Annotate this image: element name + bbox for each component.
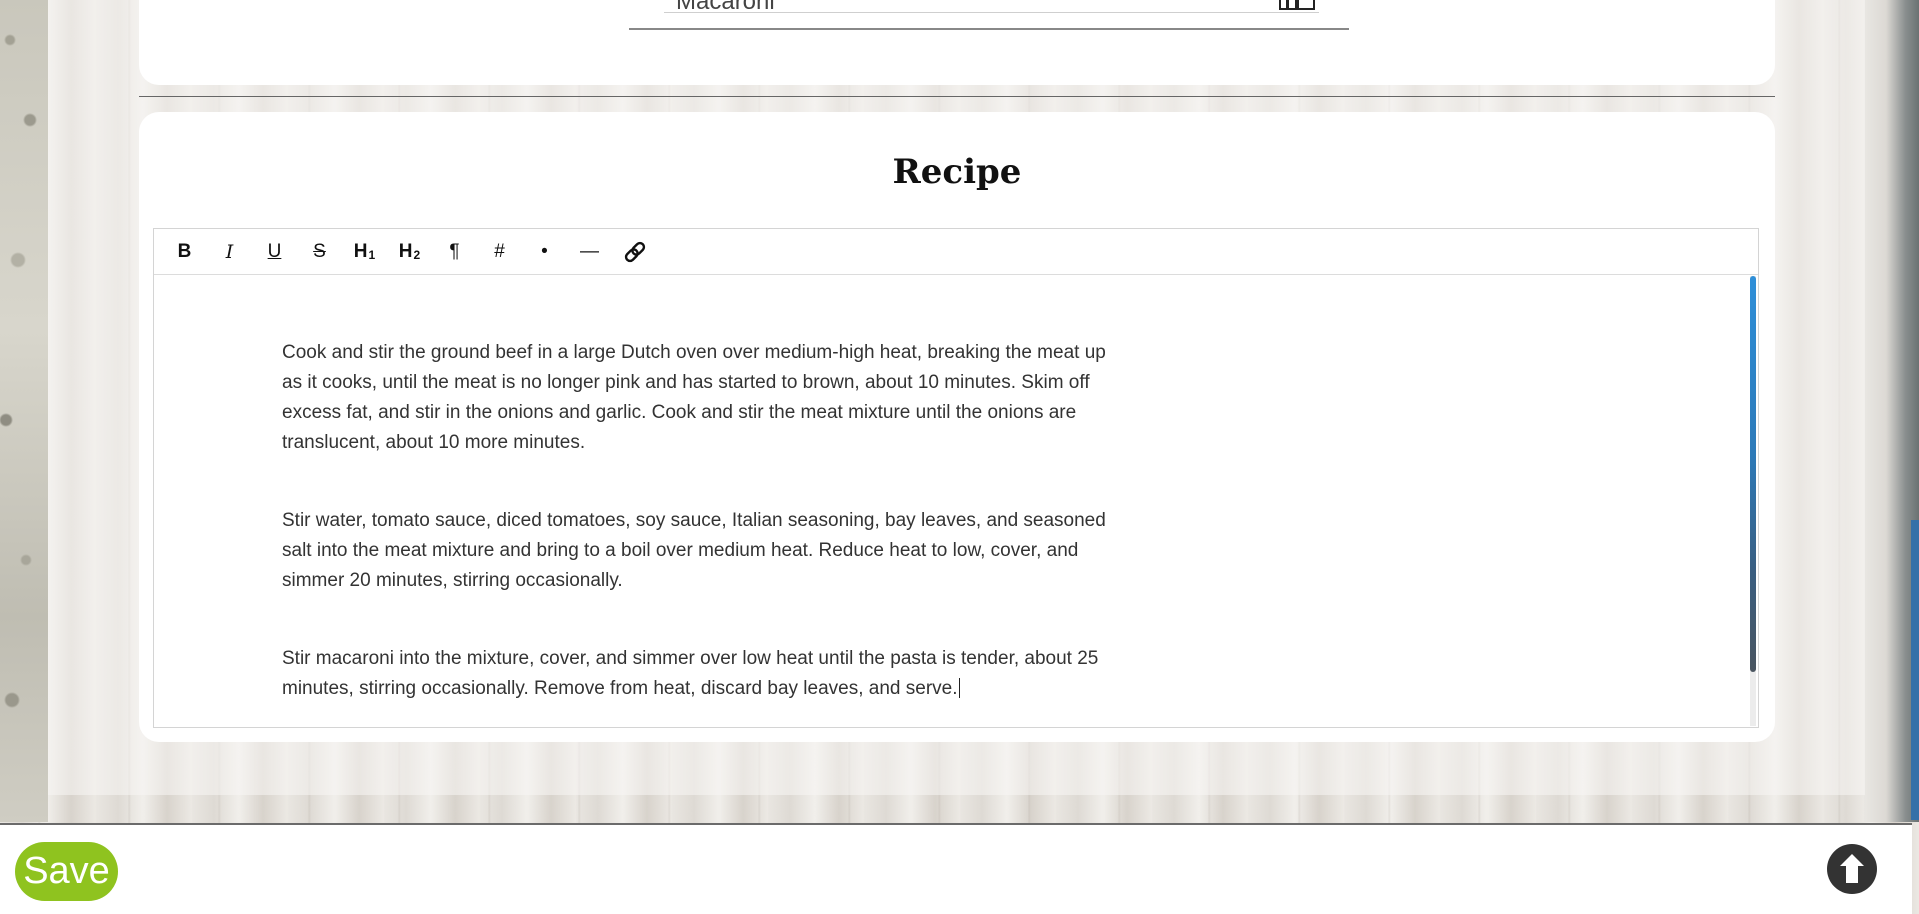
scroll-to-top-button[interactable] [1827, 844, 1877, 894]
text-caret [958, 678, 960, 698]
section-divider [139, 96, 1775, 97]
italic-icon: I [225, 240, 234, 263]
arrow-up-circle-icon [1828, 845, 1876, 893]
numbered-list-icon: # [494, 240, 505, 262]
horizontal-rule-icon: — [580, 240, 599, 262]
recipe-heading: Recipe [892, 152, 1022, 192]
bold-icon: B [177, 240, 192, 262]
recipe-card: Recipe B I U S H1 H2 ¶ # • — Cook and st… [139, 112, 1775, 742]
recipe-step-2: Stir water, tomato sauce, diced tomatoes… [282, 510, 1106, 591]
name-card: Macaroni [139, 0, 1775, 85]
recipe-step-3: Stir macaroni into the mixture, cover, a… [282, 648, 1099, 699]
recipe-name-field: Macaroni [629, 0, 1349, 30]
heading1-button[interactable]: H1 [342, 234, 387, 270]
bullet-list-icon: • [541, 240, 548, 262]
recipe-step-1: Cook and stir the ground beef in a large… [282, 342, 1106, 453]
save-button[interactable]: Save [15, 842, 118, 901]
strikethrough-button[interactable]: S [297, 234, 342, 270]
editor-scrollbar[interactable] [1750, 276, 1756, 726]
recipe-name-value: Macaroni [676, 0, 775, 15]
horizontal-rule-button[interactable]: — [567, 234, 612, 270]
background-texture-left [0, 0, 48, 822]
underline-button[interactable]: U [252, 234, 297, 270]
editor-content[interactable]: Cook and stir the ground beef in a large… [154, 276, 1748, 726]
heading2-icon: H2 [398, 240, 421, 262]
link-icon [624, 241, 645, 262]
heading2-button[interactable]: H2 [387, 234, 432, 270]
link-button[interactable] [612, 234, 657, 270]
book-open-icon[interactable] [1279, 0, 1315, 10]
heading1-icon: H1 [353, 240, 376, 262]
bold-button[interactable]: B [162, 234, 207, 270]
rich-text-editor: B I U S H1 H2 ¶ # • — Cook and stir the … [153, 228, 1759, 728]
footer-bar: Save [0, 823, 1912, 914]
page-scrollbar-thumb[interactable] [1911, 520, 1919, 820]
paragraph-button[interactable]: ¶ [432, 234, 477, 270]
recipe-name-input[interactable]: Macaroni [664, 0, 1319, 15]
strikethrough-icon: S [313, 240, 326, 262]
paragraph-icon: ¶ [449, 240, 460, 262]
italic-button[interactable]: I [207, 234, 252, 270]
bullet-list-button[interactable]: • [522, 234, 567, 270]
numbered-list-button[interactable]: # [477, 234, 522, 270]
underline-icon: U [267, 240, 282, 262]
editor-scrollbar-thumb[interactable] [1750, 276, 1756, 672]
editor-toolbar: B I U S H1 H2 ¶ # • — [154, 229, 1758, 275]
